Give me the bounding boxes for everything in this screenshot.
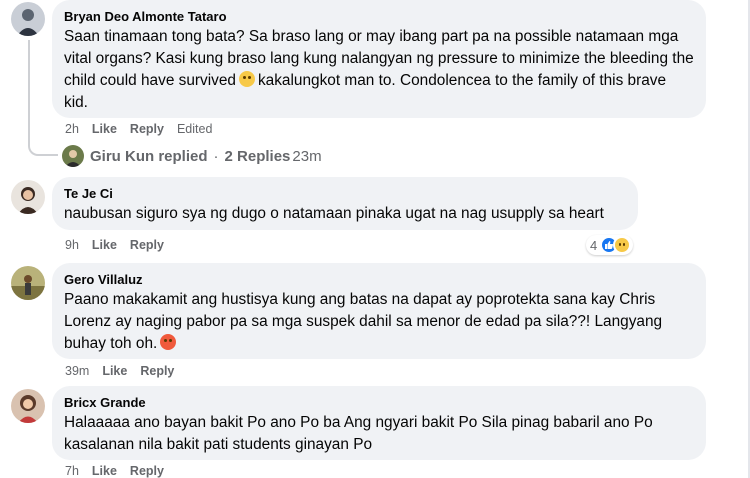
- avatar-teje-image: [11, 180, 45, 214]
- avatar-gero-image: [11, 266, 45, 300]
- comment-text-part: Paano makakamit ang hustisya kung ang ba…: [64, 291, 663, 352]
- comment-actions: 39m Like Reply: [65, 364, 174, 378]
- reply-button[interactable]: Reply: [130, 238, 164, 252]
- comment-time[interactable]: 2h: [65, 122, 79, 136]
- avatar-giru-image: [62, 145, 84, 167]
- comment-text: naubusan siguro sya ng dugo o natamaan p…: [64, 205, 604, 222]
- comment-time[interactable]: 7h: [65, 464, 79, 478]
- comment-actions: 7h Like Reply: [65, 464, 164, 478]
- comment-author[interactable]: Te Je Ci: [64, 185, 626, 202]
- avatar-teje[interactable]: [11, 180, 45, 214]
- thread-connector-line: [28, 40, 58, 156]
- avatar-giru: [62, 145, 84, 167]
- angry-face-emoji-icon: [160, 334, 177, 350]
- avatar-bryan-image: [11, 2, 45, 36]
- replies-count: 2 Replies: [224, 147, 291, 165]
- comment-bubble: Gero Villaluz Paano makakamit ang hustis…: [52, 263, 706, 359]
- view-replies-link[interactable]: Giru Kun replied · 2 Replies 23m: [62, 145, 322, 167]
- sad-reaction-icon: [613, 236, 632, 254]
- replies-author: Giru Kun replied: [90, 147, 208, 165]
- comment-author[interactable]: Gero Villaluz: [64, 271, 694, 288]
- sad-face-emoji-icon: [238, 71, 255, 87]
- like-button[interactable]: Like: [92, 464, 117, 478]
- comment-author[interactable]: Bricx Grande: [64, 394, 694, 411]
- reply-button[interactable]: Reply: [130, 122, 164, 136]
- comment-time[interactable]: 9h: [65, 238, 79, 252]
- reaction-count: 4: [590, 237, 598, 253]
- like-button[interactable]: Like: [92, 238, 117, 252]
- comment-actions: 9h Like Reply: [65, 238, 164, 252]
- replies-separator: ·: [213, 147, 219, 165]
- reaction-summary[interactable]: 4: [586, 235, 634, 255]
- comment-text: Saan tinamaan tong bata? Sa braso lang o…: [64, 26, 694, 114]
- reply-button[interactable]: Reply: [130, 464, 164, 478]
- like-button[interactable]: Like: [92, 122, 117, 136]
- edited-label: Edited: [176, 122, 213, 136]
- comment-bubble: Bryan Deo Almonte Tataro Saan tinamaan t…: [52, 0, 706, 118]
- avatar-gero[interactable]: [11, 266, 45, 300]
- comment-bubble: Bricx Grande Halaaaaa ano bayan bakit Po…: [52, 386, 706, 460]
- comment-bubble: Te Je Ci naubusan siguro sya ng dugo o n…: [52, 177, 638, 230]
- reply-button[interactable]: Reply: [140, 364, 174, 378]
- replies-time: 23m: [292, 147, 322, 165]
- avatar-bricx-image: [11, 389, 45, 423]
- comment-actions: 2h Like Reply Edited: [65, 122, 212, 136]
- comment-time[interactable]: 39m: [65, 364, 89, 378]
- comment-text: Halaaaaa ano bayan bakit Po ano Po ba An…: [64, 414, 653, 453]
- comment-text: Paano makakamit ang hustisya kung ang ba…: [64, 289, 694, 355]
- like-button[interactable]: Like: [102, 364, 127, 378]
- avatar-bricx[interactable]: [11, 389, 45, 423]
- avatar-bryan[interactable]: [11, 2, 45, 36]
- comment-author[interactable]: Bryan Deo Almonte Tataro: [64, 8, 694, 25]
